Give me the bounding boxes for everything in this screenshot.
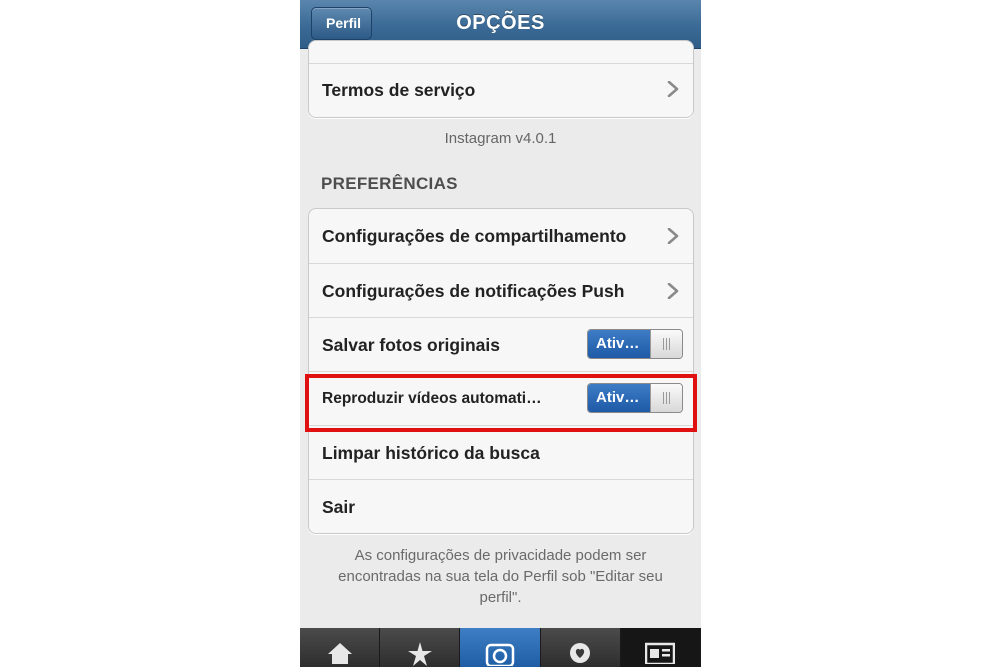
save-original-photos-toggle[interactable]: Ativ… (587, 329, 683, 359)
about-group: Termos de serviço (308, 40, 694, 118)
explore-star-icon (407, 642, 432, 666)
grip-icon (663, 392, 671, 404)
toggle-on-label: Ativ… (588, 384, 652, 412)
tab-explore[interactable] (380, 628, 461, 667)
terms-of-service-row[interactable]: Termos de serviço (309, 63, 693, 117)
app-version: Instagram v4.0.1 (444, 130, 557, 147)
news-heart-icon (570, 643, 591, 663)
grip-icon (663, 338, 671, 350)
push-notification-settings-row[interactable]: Configurações de notificações Push (309, 263, 693, 317)
row-label: Limpar histórico da busca (322, 443, 540, 463)
row-label: Reproduzir vídeos automati… (322, 390, 542, 407)
profile-card-icon (645, 642, 676, 664)
camera-icon (485, 643, 515, 666)
toggle-knob (650, 330, 682, 358)
tab-home[interactable] (300, 628, 381, 667)
chevron-right-icon (667, 81, 679, 97)
tab-bar (300, 628, 701, 667)
privacy-note: As configurações de privacidade podem se… (338, 547, 663, 606)
chevron-right-icon (667, 283, 679, 299)
tab-profile[interactable] (620, 628, 701, 667)
row-label: Configurações de compartilhamento (322, 226, 627, 246)
phone-screen: Perfil OPÇÕES Termos de serviço Instagra… (300, 0, 701, 667)
row-label: Sair (322, 497, 356, 517)
home-icon (327, 643, 352, 664)
tab-camera[interactable] (460, 628, 541, 667)
row-label: Termos de serviço (322, 80, 476, 100)
preferences-header: PREFERÊNCIAS (321, 174, 458, 193)
logout-row[interactable]: Sair (309, 479, 693, 533)
autoplay-videos-toggle[interactable]: Ativ… (587, 383, 683, 413)
row-label: Configurações de notificações Push (322, 281, 625, 301)
preferences-group: Configurações de compartilhamento Config… (308, 208, 694, 534)
autoplay-videos-row: Reproduzir vídeos automati… Ativ… (309, 371, 693, 425)
save-original-photos-row: Salvar fotos originais Ativ… (309, 317, 693, 371)
toggle-knob (650, 384, 682, 412)
chevron-right-icon (667, 228, 679, 244)
sharing-settings-row[interactable]: Configurações de compartilhamento (309, 209, 693, 263)
tab-news[interactable] (540, 628, 621, 667)
clear-search-history-row[interactable]: Limpar histórico da busca (309, 425, 693, 479)
row-label: Salvar fotos originais (322, 335, 500, 355)
toggle-on-label: Ativ… (588, 330, 652, 358)
